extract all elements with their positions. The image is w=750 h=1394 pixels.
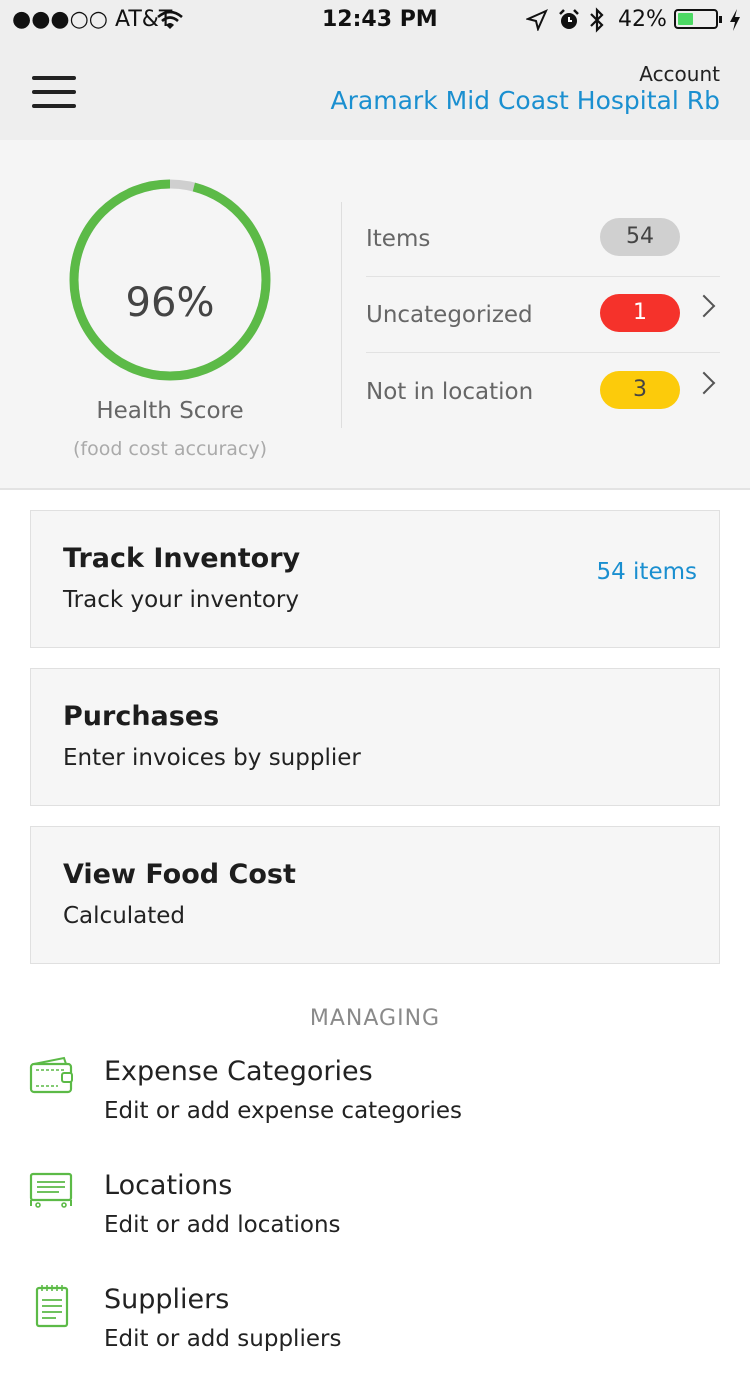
wifi-icon bbox=[157, 10, 183, 29]
managing-heading: MANAGING bbox=[309, 1006, 441, 1031]
suppliers-item[interactable]: Suppliers Edit or add suppliers bbox=[0, 1284, 750, 1394]
card-title: Track Inventory bbox=[63, 543, 301, 574]
menu-item-subtitle: Edit or add locations bbox=[104, 1212, 341, 1238]
expense-categories-item[interactable]: Expense Categories Edit or add expense c… bbox=[0, 1056, 750, 1166]
account-name-link[interactable]: Aramark Mid Coast Hospital Rb bbox=[331, 86, 720, 115]
menu-icon[interactable] bbox=[32, 76, 76, 110]
card-title: Purchases bbox=[63, 701, 220, 732]
health-panel: 96% Health Score (food cost accuracy) It… bbox=[0, 140, 750, 490]
app-header: Account Aramark Mid Coast Hospital Rb bbox=[0, 40, 750, 140]
charging-bolt-icon bbox=[730, 9, 740, 31]
locations-item[interactable]: Locations Edit or add locations bbox=[0, 1170, 750, 1280]
health-score-subtitle: (food cost accuracy) bbox=[72, 438, 268, 460]
battery-icon bbox=[674, 9, 722, 29]
view-food-cost-card[interactable]: View Food Cost Calculated bbox=[30, 826, 720, 964]
carrier-label: ●●●○○ AT&T bbox=[12, 7, 173, 32]
items-row: Items 54 bbox=[366, 200, 720, 277]
chevron-right-icon bbox=[692, 294, 716, 318]
menu-item-title: Suppliers bbox=[104, 1284, 230, 1315]
menu-item-title: Locations bbox=[104, 1170, 233, 1201]
not-in-location-count-badge: 3 bbox=[600, 371, 680, 409]
card-subtitle: Calculated bbox=[63, 903, 186, 929]
notepad-icon bbox=[35, 1285, 69, 1328]
health-score-title: Health Score bbox=[96, 398, 244, 424]
shelf-icon bbox=[29, 1172, 73, 1208]
bluetooth-icon bbox=[590, 7, 604, 33]
wallet-icon bbox=[29, 1056, 73, 1094]
uncategorized-row[interactable]: Uncategorized 1 bbox=[366, 276, 720, 353]
uncategorized-label: Uncategorized bbox=[366, 302, 533, 328]
menu-item-title: Expense Categories bbox=[104, 1056, 373, 1087]
divider bbox=[341, 202, 342, 428]
card-subtitle: Enter invoices by supplier bbox=[63, 745, 361, 771]
purchases-card[interactable]: Purchases Enter invoices by supplier bbox=[30, 668, 720, 806]
health-score-value: 96% bbox=[125, 280, 215, 326]
status-bar: ●●●○○ AT&T 12:43 PM 42% bbox=[0, 0, 750, 40]
battery-percent: 42% bbox=[618, 7, 667, 32]
items-count-badge: 54 bbox=[600, 218, 680, 256]
items-label: Items bbox=[366, 226, 431, 252]
inventory-items-count: 54 items bbox=[596, 559, 697, 585]
track-inventory-card[interactable]: Track Inventory Track your inventory 54 … bbox=[30, 510, 720, 648]
account-label: Account bbox=[639, 62, 720, 86]
chevron-right-icon bbox=[692, 371, 716, 395]
clock: 12:43 PM bbox=[322, 7, 438, 32]
uncategorized-count-badge: 1 bbox=[600, 294, 680, 332]
alarm-icon bbox=[559, 9, 579, 29]
menu-item-subtitle: Edit or add expense categories bbox=[104, 1098, 462, 1124]
not-in-location-label: Not in location bbox=[366, 379, 534, 405]
card-subtitle: Track your inventory bbox=[63, 587, 299, 613]
menu-item-subtitle: Edit or add suppliers bbox=[104, 1326, 342, 1352]
location-arrow-icon bbox=[526, 9, 548, 31]
not-in-location-row[interactable]: Not in location 3 bbox=[366, 353, 720, 429]
card-title: View Food Cost bbox=[63, 859, 296, 890]
